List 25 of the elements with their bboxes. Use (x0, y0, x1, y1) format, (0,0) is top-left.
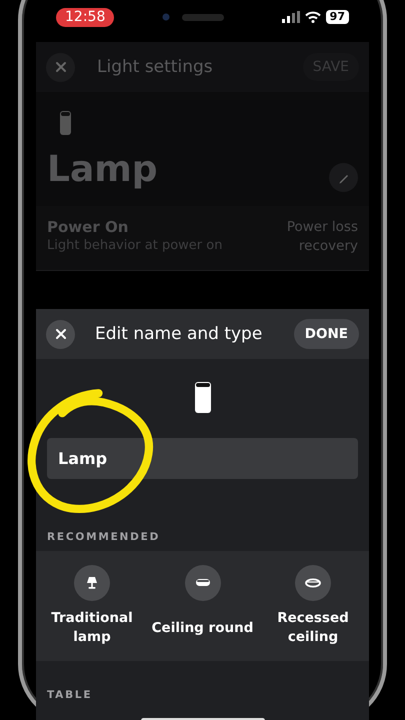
type-label: Recessed ceiling (276, 609, 350, 647)
battery-level: 97 (326, 10, 349, 24)
sheet-title: Edit name and type (95, 324, 264, 344)
camera-icon (162, 13, 170, 21)
edit-button[interactable] (329, 163, 358, 192)
setting-value: Power loss recovery (286, 218, 358, 256)
wifi-icon (304, 11, 321, 23)
type-option[interactable]: Ceiling round (150, 565, 254, 647)
type-label: Traditional lamp (50, 609, 134, 647)
device-name: Lamp (47, 148, 158, 192)
lamp-icon (194, 381, 212, 414)
type-option[interactable]: Traditional lamp (40, 565, 144, 647)
speaker-grille (182, 14, 224, 20)
type-label: Ceiling round (152, 618, 254, 638)
done-button[interactable]: DONE (294, 319, 359, 349)
setting-title: Power On (47, 218, 130, 236)
section-label: TABLE (47, 689, 94, 701)
screen-title: Light settings (97, 57, 214, 77)
status-time: 12:58 (56, 8, 114, 26)
name-field[interactable]: Lamp (47, 438, 358, 479)
lamp-icon (59, 110, 72, 136)
type-option[interactable]: Recessed ceiling (261, 565, 365, 647)
section-label: RECOMMENDED (47, 531, 162, 543)
close-button[interactable] (46, 320, 75, 348)
signal-icon (282, 11, 300, 23)
